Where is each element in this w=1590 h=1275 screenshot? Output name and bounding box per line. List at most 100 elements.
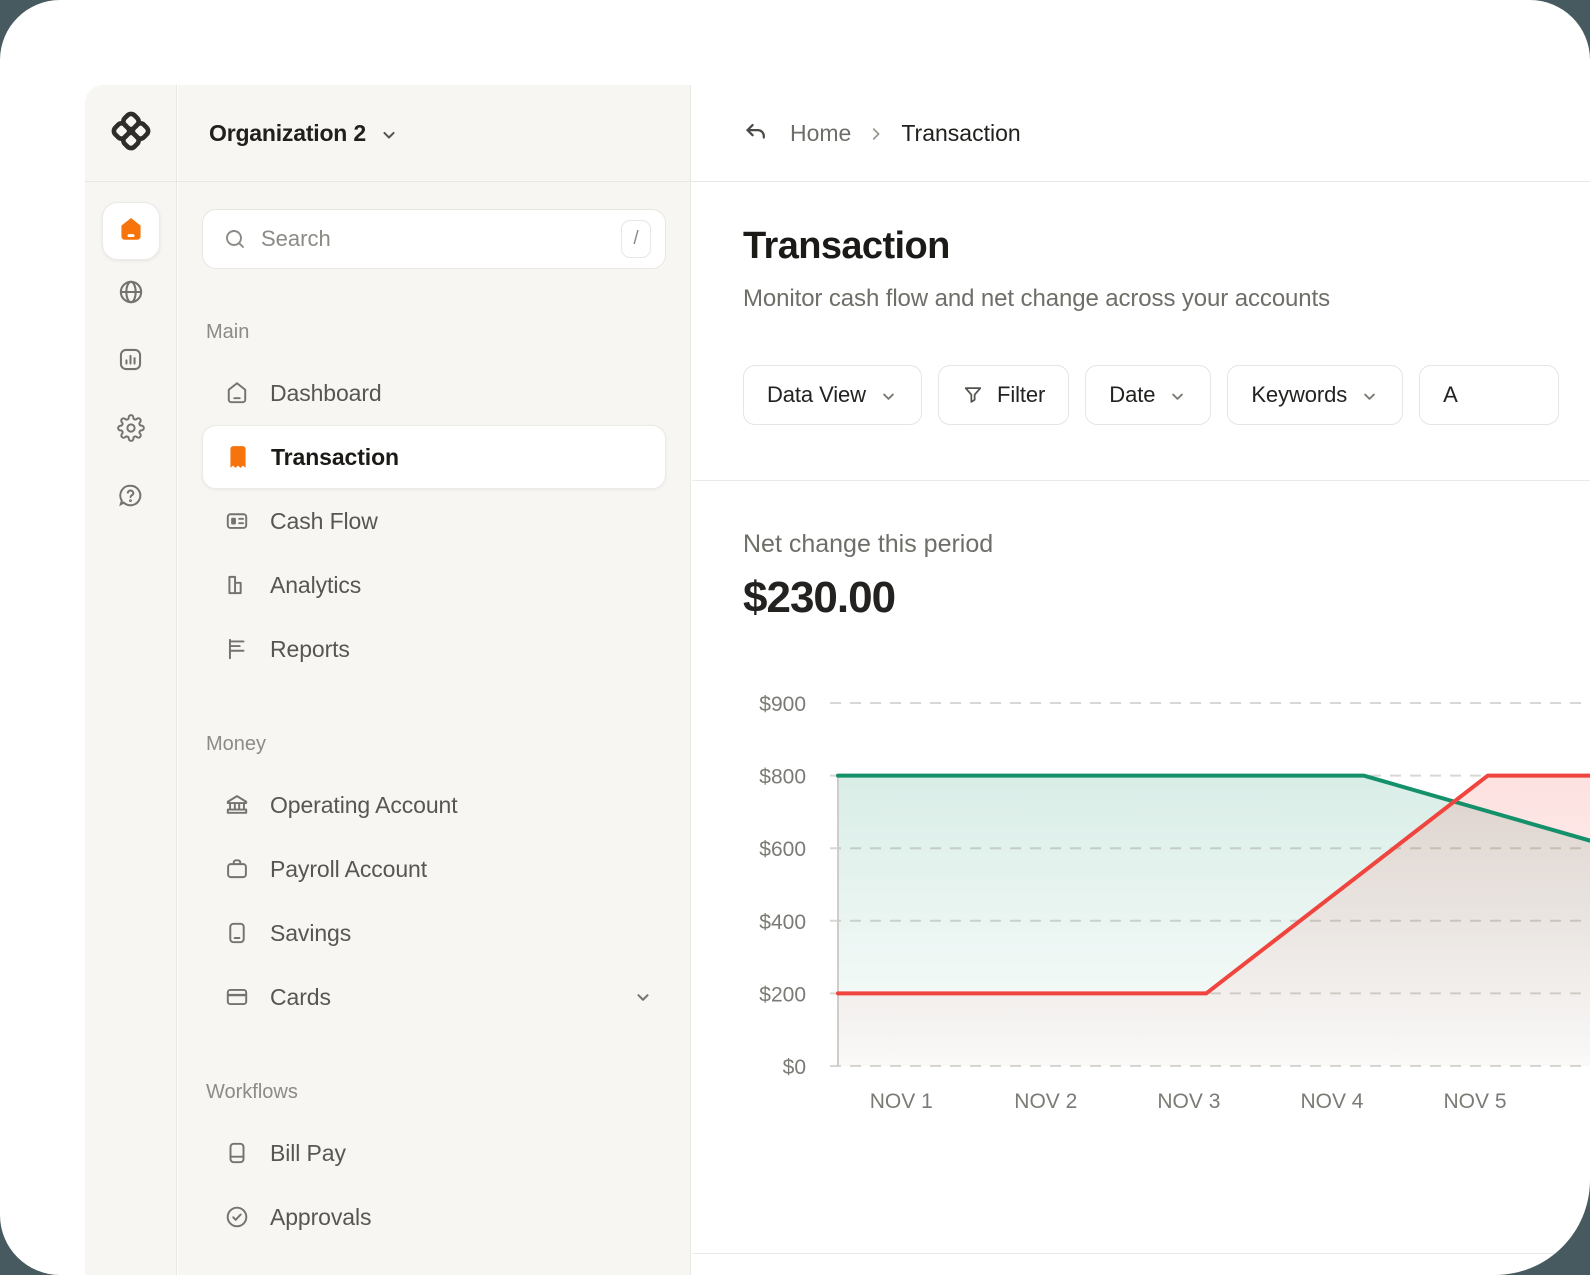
icon-rail [85, 85, 177, 1275]
sidebar-item-label: Bill Pay [270, 1140, 346, 1167]
section-label-workflows: Workflows [206, 1081, 662, 1105]
svg-text:NOV 3: NOV 3 [1157, 1090, 1220, 1113]
sidebar-item-cards[interactable]: Cards [202, 965, 666, 1029]
analytics-square-icon [117, 346, 144, 378]
section-label-main: Main [206, 321, 662, 345]
sidebar-item-transaction[interactable]: Transaction [202, 425, 666, 489]
chevron-down-icon[interactable] [632, 986, 654, 1008]
sidebar-item-label: Operating Account [270, 792, 458, 819]
chevron-down-icon [1168, 387, 1187, 406]
home-icon [117, 215, 145, 248]
main-content: Home Transaction Transaction Monitor cas… [692, 85, 1590, 1275]
receipt-icon [225, 444, 251, 470]
page-subtitle: Monitor cash flow and net change across … [743, 285, 1590, 313]
rail-home-button[interactable] [102, 202, 160, 260]
net-change-value: $230.00 [743, 573, 895, 623]
sidebar-item-bill-pay[interactable]: Bill Pay [202, 1121, 666, 1185]
data-view-button[interactable]: Data View [743, 365, 922, 425]
sidebar-item-label: Approvals [270, 1204, 371, 1231]
sidebar-item-label: Cash Flow [270, 508, 378, 535]
app-canvas: Organization 2 Search / Main [0, 0, 1590, 1275]
filter-button[interactable]: Filter [938, 365, 1069, 425]
file-icon [224, 920, 250, 946]
svg-text:NOV 4: NOV 4 [1300, 1090, 1363, 1113]
data-view-label: Data View [767, 382, 866, 408]
filter-label: Filter [997, 382, 1045, 408]
search-shortcut-key: / [621, 220, 651, 258]
keywords-button[interactable]: Keywords [1227, 365, 1403, 425]
sidebar-item-label: Transaction [271, 444, 399, 471]
book-icon [224, 1140, 250, 1166]
date-label: Date [1109, 382, 1155, 408]
clipped-filter-label: A [1443, 382, 1458, 408]
breadcrumb: Home Transaction [692, 85, 1590, 181]
funnel-icon [962, 384, 984, 406]
rail-help-button[interactable] [102, 464, 160, 532]
header-divider [85, 181, 1590, 182]
chevron-right-icon [867, 125, 885, 143]
breadcrumb-home-link[interactable]: Home [790, 120, 851, 147]
globe-icon [117, 278, 145, 311]
search-input[interactable]: Search / [202, 209, 666, 269]
org-switcher[interactable]: Organization 2 [178, 85, 690, 181]
back-button[interactable] [743, 120, 770, 147]
sidebar-item-payroll-account[interactable]: Payroll Account [202, 837, 666, 901]
home-icon [224, 380, 250, 406]
toolbar-divider [692, 480, 1590, 481]
report-flag-icon [224, 636, 250, 662]
section-divider [692, 1253, 1590, 1254]
logo-icon [110, 110, 152, 157]
date-button[interactable]: Date [1085, 365, 1211, 425]
credit-card-icon [224, 984, 250, 1010]
clipped-filter-button[interactable]: A [1419, 365, 1559, 425]
svg-text:$400: $400 [759, 911, 806, 934]
sidebar-item-savings[interactable]: Savings [202, 901, 666, 965]
app-logo[interactable] [85, 85, 176, 181]
search-icon [223, 227, 247, 251]
sidebar-item-dashboard[interactable]: Dashboard [202, 361, 666, 425]
svg-text:$600: $600 [759, 838, 806, 861]
sidebar-item-analytics[interactable]: Analytics [202, 553, 666, 617]
sidebar: Organization 2 Search / Main [178, 85, 691, 1275]
rail-analytics-button[interactable] [102, 328, 160, 396]
rail-settings-button[interactable] [102, 396, 160, 464]
svg-text:$900: $900 [759, 693, 806, 716]
sidebar-item-cash-flow[interactable]: Cash Flow [202, 489, 666, 553]
bar-chart-icon [224, 572, 250, 598]
filter-toolbar: Data View Filter Date [743, 365, 1559, 425]
page-title: Transaction [743, 225, 1590, 268]
sidebar-item-reports[interactable]: Reports [202, 617, 666, 681]
check-circle-icon [224, 1204, 250, 1230]
chevron-down-icon [1360, 387, 1379, 406]
sidebar-item-label: Reports [270, 636, 350, 663]
sidebar-item-approvals[interactable]: Approvals [202, 1185, 666, 1249]
breadcrumb-current: Transaction [901, 120, 1020, 147]
org-name: Organization 2 [209, 120, 366, 147]
bank-icon [224, 792, 250, 818]
svg-text:NOV 1: NOV 1 [870, 1090, 933, 1113]
keywords-label: Keywords [1251, 382, 1347, 408]
section-label-money: Money [206, 733, 662, 757]
net-change-chart: $900 $800 $600 $400 $200 $0 NOV 1 NOV 2 NOV 3 NOV… [692, 660, 1590, 1130]
search-placeholder: Search [261, 226, 607, 252]
svg-text:$200: $200 [759, 983, 806, 1006]
app-window: Organization 2 Search / Main [85, 85, 1590, 1275]
svg-text:$800: $800 [759, 766, 806, 789]
sidebar-item-label: Cards [270, 984, 331, 1011]
svg-text:NOV 5: NOV 5 [1444, 1090, 1507, 1113]
chevron-down-icon [379, 125, 399, 145]
sidebar-item-label: Dashboard [270, 380, 382, 407]
rail-globe-button[interactable] [102, 260, 160, 328]
svg-text:$0: $0 [783, 1056, 806, 1079]
sidebar-item-label: Analytics [270, 572, 361, 599]
cash-flow-icon [224, 508, 250, 534]
svg-text:NOV 2: NOV 2 [1014, 1090, 1077, 1113]
help-bubble-icon [117, 482, 144, 514]
chevron-down-icon [879, 387, 898, 406]
sidebar-item-label: Savings [270, 920, 351, 947]
sidebar-item-operating-account[interactable]: Operating Account [202, 773, 666, 837]
gear-icon [117, 414, 145, 447]
sidebar-item-label: Payroll Account [270, 856, 427, 883]
briefcase-icon [224, 856, 250, 882]
net-change-label: Net change this period [743, 530, 993, 559]
